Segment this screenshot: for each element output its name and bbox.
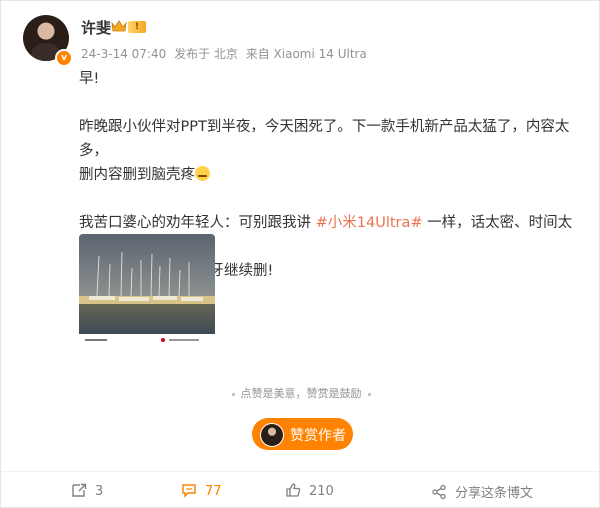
post-paragraph-1: 昨晚跟小伙伴对PPT到半夜，今天困死了。下一款手机新产品太猛了，内容太多， 删内… xyxy=(79,115,579,187)
marina-photo xyxy=(79,234,215,346)
share-button[interactable]: 分享这条博文 xyxy=(431,482,533,501)
forward-count: 3 xyxy=(95,484,104,499)
post-toolbar: 3 77 210 分享这条博文 xyxy=(1,471,600,508)
post-line-text: 我苦口婆心的劝年轻人：可别跟我讲 xyxy=(79,215,311,231)
crown-icon xyxy=(111,20,127,32)
reward-avatar xyxy=(260,423,284,447)
post-source: 来自 Xiaomi 14 Ultra xyxy=(245,47,367,61)
comment-icon xyxy=(182,484,196,498)
like-icon xyxy=(286,483,301,497)
reward-tip-right: 赞赏是鼓励 xyxy=(306,387,362,400)
post-line-greeting: 早! xyxy=(79,71,100,87)
comment-count: 77 xyxy=(205,484,222,499)
forward-icon xyxy=(72,483,87,497)
verified-badge: v xyxy=(55,49,73,67)
reward-button-label: 赞赏作者 xyxy=(290,428,346,444)
share-icon xyxy=(432,484,446,500)
reward-tip: 点赞是美意，赞赏是鼓励 xyxy=(1,385,600,401)
like-count: 210 xyxy=(309,484,334,499)
comment-button[interactable]: 77 xyxy=(181,482,222,499)
post-location: 发布于 北京 xyxy=(174,47,238,61)
topic-link[interactable]: #小米14Ultra# xyxy=(316,215,423,231)
sweat-emoji-icon xyxy=(195,166,210,181)
post-meta: 24-3-14 07:40 发布于 北京 来自 Xiaomi 14 Ultra xyxy=(81,45,371,62)
post-image[interactable] xyxy=(79,234,215,346)
share-label: 分享这条博文 xyxy=(455,486,534,501)
author-name[interactable]: 许斐 xyxy=(81,17,111,38)
post-line-text: 删内容删到脑壳疼 xyxy=(79,167,195,183)
like-button[interactable]: 210 xyxy=(285,482,334,499)
post-line-text: 昨晚跟小伙伴对PPT到半夜，今天困死了。下一款手机新产品太猛了，内容太多， xyxy=(79,119,570,159)
reward-author-button[interactable]: 赞赏作者 xyxy=(252,418,353,450)
forward-button[interactable]: 3 xyxy=(71,482,103,499)
post-timestamp[interactable]: 24-3-14 07:40 xyxy=(81,47,166,61)
weibo-post-card: v 许斐 ! 24-3-14 07:40 发布于 北京 来自 Xiaomi 14… xyxy=(0,0,600,508)
reward-tip-left: 点赞是美意 xyxy=(240,387,296,400)
member-tag[interactable]: ! xyxy=(128,21,146,33)
